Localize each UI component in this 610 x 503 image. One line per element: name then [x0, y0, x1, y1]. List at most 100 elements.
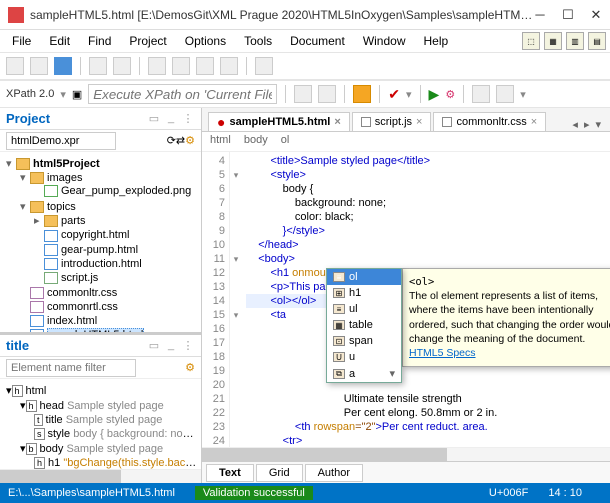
autocomplete-item[interactable]: Uu: [327, 349, 401, 365]
new-button[interactable]: [6, 57, 24, 75]
tree-images[interactable]: images: [47, 172, 82, 184]
project-file-combo[interactable]: [6, 132, 116, 150]
project-minimize-icon[interactable]: _: [164, 112, 178, 126]
tree-file[interactable]: gear-pump.html: [61, 244, 138, 256]
outline-options-icon[interactable]: ⋮: [181, 339, 195, 353]
undo-button[interactable]: [89, 57, 107, 75]
autocomplete-item[interactable]: ▦table: [327, 317, 401, 333]
tab-list-icon[interactable]: ▾: [592, 118, 604, 131]
menu-file[interactable]: File: [4, 32, 39, 50]
tool-btn-4[interactable]: [496, 85, 514, 103]
menu-tools[interactable]: Tools: [236, 32, 280, 50]
maximize-button[interactable]: ☐: [562, 7, 574, 23]
xpath-input[interactable]: [88, 84, 277, 104]
outline-minimize-icon[interactable]: _: [164, 339, 178, 353]
tab-commonltr[interactable]: commonltr.css ×: [433, 112, 546, 131]
tree-root[interactable]: html5Project: [33, 158, 100, 170]
tab-close-icon[interactable]: ×: [531, 116, 537, 128]
project-menu-icon[interactable]: ▭: [147, 112, 161, 126]
save-button[interactable]: [54, 57, 72, 75]
status-path: E:\...\Samples\sampleHTML5.html: [8, 487, 175, 499]
find-button[interactable]: [220, 57, 238, 75]
transform-button[interactable]: ▶: [429, 86, 440, 103]
outline-hscroll[interactable]: [0, 469, 201, 483]
config-transform-button[interactable]: ⚙: [445, 88, 455, 101]
outline-tree[interactable]: ▾hhtml ▾hhead Sample styled page ttitle …: [0, 379, 201, 469]
project-title: Project: [6, 111, 144, 126]
mode-tab-author[interactable]: Author: [305, 464, 363, 482]
xpath-version-label[interactable]: XPath 2.0: [6, 88, 54, 100]
xpath-scope-icon[interactable]: ▣: [72, 88, 82, 101]
mode-tab-text[interactable]: Text: [206, 464, 254, 482]
editor-tabs: ● sampleHTML5.html × script.js × commonl…: [202, 108, 610, 132]
tab-samplehtml5[interactable]: ● sampleHTML5.html ×: [208, 112, 350, 131]
editor-hscroll[interactable]: [202, 447, 610, 461]
autocomplete-item[interactable]: ⧉a▾: [327, 365, 401, 382]
menu-project[interactable]: Project: [121, 32, 174, 50]
menu-edit[interactable]: Edit: [41, 32, 78, 50]
project-tree[interactable]: ▾html5Project ▾images Gear_pump_exploded…: [0, 152, 201, 332]
copy-button[interactable]: [172, 57, 190, 75]
window-title: sampleHTML5.html [E:\DemosGit\XML Prague…: [30, 8, 534, 22]
tab-scriptjs[interactable]: script.js ×: [352, 112, 432, 131]
perspective-icon-2[interactable]: ▦: [544, 32, 562, 50]
perspective-icon-4[interactable]: ▤: [588, 32, 606, 50]
html5-specs-link[interactable]: HTML5 Specs: [409, 347, 476, 359]
settings-button[interactable]: [353, 85, 371, 103]
tree-parts[interactable]: parts: [61, 215, 85, 227]
outline-panel-header: title ▭ _ ⋮: [0, 335, 201, 357]
tree-file[interactable]: index.html: [47, 315, 97, 327]
breadcrumb[interactable]: html body ol: [202, 132, 610, 152]
menu-document[interactable]: Document: [282, 32, 353, 50]
main-toolbar: [0, 52, 610, 80]
xpath-version-dropdown-icon[interactable]: ▾: [60, 88, 66, 101]
minimize-button[interactable]: ─: [534, 7, 546, 23]
menu-options[interactable]: Options: [177, 32, 234, 50]
menu-find[interactable]: Find: [80, 32, 119, 50]
tab-close-icon[interactable]: ×: [334, 116, 340, 128]
autocomplete-popup[interactable]: ≡ol ⊞h1 ≡ul ▦table ⊡span Uu ⧉a▾: [326, 268, 402, 383]
perspective-icon-1[interactable]: ⬚: [522, 32, 540, 50]
mode-tab-grid[interactable]: Grid: [256, 464, 303, 482]
tool-btn-2[interactable]: [318, 85, 336, 103]
perspective-icon-3[interactable]: ▥: [566, 32, 584, 50]
status-char: U+006F: [489, 487, 528, 499]
tree-imgfile[interactable]: Gear_pump_exploded.png: [61, 185, 191, 197]
paste-button[interactable]: [196, 57, 214, 75]
menu-window[interactable]: Window: [355, 32, 414, 50]
app-icon: [8, 7, 24, 23]
outline-settings-icon[interactable]: ⚙: [185, 361, 195, 374]
project-refresh-icon[interactable]: ⟳: [167, 134, 176, 147]
project-settings-icon[interactable]: ⚙: [185, 134, 195, 147]
redo-button[interactable]: [113, 57, 131, 75]
autocomplete-item[interactable]: ⊞h1: [327, 285, 401, 301]
project-panel-header: Project ▭ _ ⋮: [0, 108, 201, 130]
close-button[interactable]: ✕: [590, 7, 602, 23]
open-button[interactable]: [30, 57, 48, 75]
tree-file[interactable]: commonltr.css: [47, 287, 117, 299]
tree-file[interactable]: introduction.html: [61, 258, 142, 270]
outline-filter-input[interactable]: [6, 359, 136, 377]
tree-file[interactable]: copyright.html: [61, 229, 129, 241]
autocomplete-item[interactable]: ≡ul: [327, 301, 401, 317]
tab-prev-icon[interactable]: ◂: [569, 118, 581, 131]
tab-next-icon[interactable]: ▸: [581, 118, 593, 131]
tool-btn-3[interactable]: [472, 85, 490, 103]
project-link-icon[interactable]: ⇄: [176, 134, 185, 147]
help-button[interactable]: [255, 57, 273, 75]
project-options-icon[interactable]: ⋮: [181, 112, 195, 126]
outline-title: title: [6, 338, 144, 353]
menu-help[interactable]: Help: [416, 32, 457, 50]
tree-file[interactable]: script.js: [61, 272, 98, 284]
autocomplete-item[interactable]: ≡ol: [327, 269, 401, 285]
cut-button[interactable]: [148, 57, 166, 75]
status-pos: 14 : 10: [548, 487, 582, 499]
tool-btn-1[interactable]: [294, 85, 312, 103]
code-editor[interactable]: 4567891011121314151617181920212223242526…: [202, 152, 610, 447]
tab-close-icon[interactable]: ×: [416, 116, 422, 128]
autocomplete-item[interactable]: ⊡span: [327, 333, 401, 349]
tree-topics[interactable]: topics: [47, 201, 76, 213]
outline-menu-icon[interactable]: ▭: [147, 339, 161, 353]
tree-file[interactable]: commonrtl.css: [47, 301, 118, 313]
validate-button[interactable]: ✔: [388, 86, 400, 103]
